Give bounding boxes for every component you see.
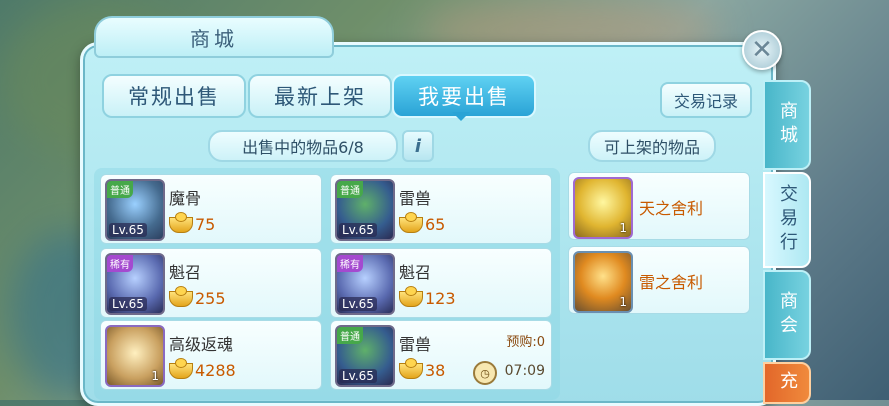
gold-ingot-icon [399, 211, 423, 233]
window-title-tab: 商城 [94, 16, 334, 58]
item-price: 65 [425, 215, 446, 234]
preorder-count: 预购:0 [506, 335, 545, 350]
side-tab-shop[interactable]: 商城 [763, 80, 811, 170]
list-item[interactable]: 普通 Lv.65 魔骨 75 [100, 174, 322, 244]
list-item[interactable]: 稀有 Lv.65 魁召 255 [100, 248, 322, 318]
level-label: Lv.65 [109, 223, 147, 237]
item-name: 雷兽 [399, 189, 432, 208]
clock-icon: ◷ [473, 361, 497, 385]
pet-icon: 普通 Lv.65 [335, 179, 395, 241]
item-price: 255 [195, 289, 226, 308]
gold-ingot-icon [169, 357, 193, 379]
window-title: 商城 [190, 26, 238, 51]
item-name: 高级返魂 [169, 335, 234, 354]
item-price: 38 [425, 361, 446, 380]
item-name: 魔骨 [169, 189, 202, 208]
rarity-tag: 稀有 [107, 255, 133, 272]
item-name: 魁召 [169, 263, 202, 282]
scroll-icon: 1 [105, 325, 165, 387]
item-price: 123 [425, 289, 456, 308]
available-item[interactable]: 1 雷之舍利 [568, 246, 750, 314]
rarity-tag: 普通 [337, 327, 363, 344]
tab-new-listings[interactable]: 最新上架 [248, 74, 392, 118]
list-item[interactable]: 普通 Lv.65 雷兽 预购:0 38 ◷ 07:09 [330, 320, 552, 390]
info-icon: i [414, 135, 422, 157]
rarity-tag: 稀有 [337, 255, 363, 272]
gold-ingot-icon [169, 211, 193, 233]
trade-record-button[interactable]: 交易记录 [660, 82, 752, 118]
gold-ingot-icon [399, 357, 423, 379]
close-icon: ✕ [751, 35, 773, 65]
item-name: 雷之舍利 [639, 273, 704, 292]
available-items-label: 可上架的物品 [588, 130, 716, 162]
side-tab-trade[interactable]: 交易行 [763, 172, 811, 268]
gold-ingot-icon [399, 285, 423, 307]
item-price: 75 [195, 215, 216, 234]
item-quantity: 1 [619, 221, 627, 235]
list-item[interactable]: 1 高级返魂 4288 [100, 320, 322, 390]
available-item[interactable]: 1 天之舍利 [568, 172, 750, 240]
pet-icon: 普通 Lv.65 [105, 179, 165, 241]
item-quantity: 1 [151, 369, 159, 383]
pet-icon: 稀有 Lv.65 [105, 253, 165, 315]
close-button[interactable]: ✕ [742, 30, 782, 70]
tab-regular-sale[interactable]: 常规出售 [102, 74, 246, 118]
orb-icon: 1 [573, 251, 633, 313]
listing-timer: 07:09 [504, 363, 545, 379]
level-label: Lv.65 [339, 369, 377, 383]
level-label: Lv.65 [339, 297, 377, 311]
side-tab-guild[interactable]: 商会 [763, 270, 811, 360]
level-label: Lv.65 [339, 223, 377, 237]
rarity-tag: 普通 [337, 181, 363, 198]
active-tab-pointer [452, 112, 470, 121]
selling-items-label: 出售中的物品6/8 [208, 130, 398, 162]
level-label: Lv.65 [109, 297, 147, 311]
list-item[interactable]: 稀有 Lv.65 魁召 123 [330, 248, 552, 318]
gold-ingot-icon [169, 285, 193, 307]
item-price: 4288 [195, 361, 236, 380]
item-quantity: 1 [619, 295, 627, 309]
rarity-tag: 普通 [107, 181, 133, 198]
info-button[interactable]: i [402, 130, 434, 162]
pet-icon: 普通 Lv.65 [335, 325, 395, 387]
relic-icon: 1 [573, 177, 633, 239]
item-name: 魁召 [399, 263, 432, 282]
list-item[interactable]: 普通 Lv.65 雷兽 65 [330, 174, 552, 244]
pet-icon: 稀有 Lv.65 [335, 253, 395, 315]
item-name: 雷兽 [399, 335, 432, 354]
side-tab-recharge[interactable]: 充 [763, 362, 811, 404]
item-name: 天之舍利 [639, 199, 704, 218]
